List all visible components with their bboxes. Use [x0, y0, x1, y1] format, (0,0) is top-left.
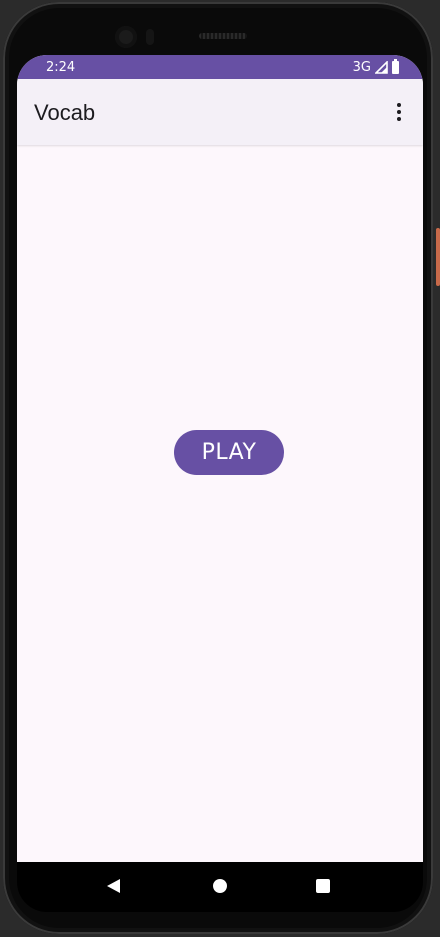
recent-apps-icon[interactable] [316, 879, 330, 893]
screen: 2:24 3G Vocab PLAY [17, 55, 423, 862]
dot [397, 110, 401, 114]
network-type: 3G [352, 60, 371, 75]
play-button[interactable]: PLAY [174, 430, 284, 475]
status-bar: 2:24 3G [17, 55, 423, 79]
navigation-bar [17, 862, 423, 912]
power-button[interactable] [436, 228, 440, 286]
more-vert-icon[interactable] [383, 96, 415, 128]
device-frame: 2:24 3G Vocab PLAY [0, 0, 440, 937]
signal-icon [375, 61, 388, 74]
back-icon[interactable] [107, 879, 120, 893]
dot [397, 103, 401, 107]
app-title: Vocab [34, 100, 96, 125]
home-icon[interactable] [213, 879, 227, 893]
battery-icon [392, 59, 399, 74]
status-icons: 3G [352, 59, 399, 75]
earpiece-speaker-icon [199, 33, 247, 39]
status-time: 2:24 [46, 60, 76, 75]
app-bar: Vocab [17, 79, 423, 145]
front-camera-icon [115, 26, 137, 48]
dot [397, 117, 401, 121]
sensor-icon [146, 29, 154, 45]
